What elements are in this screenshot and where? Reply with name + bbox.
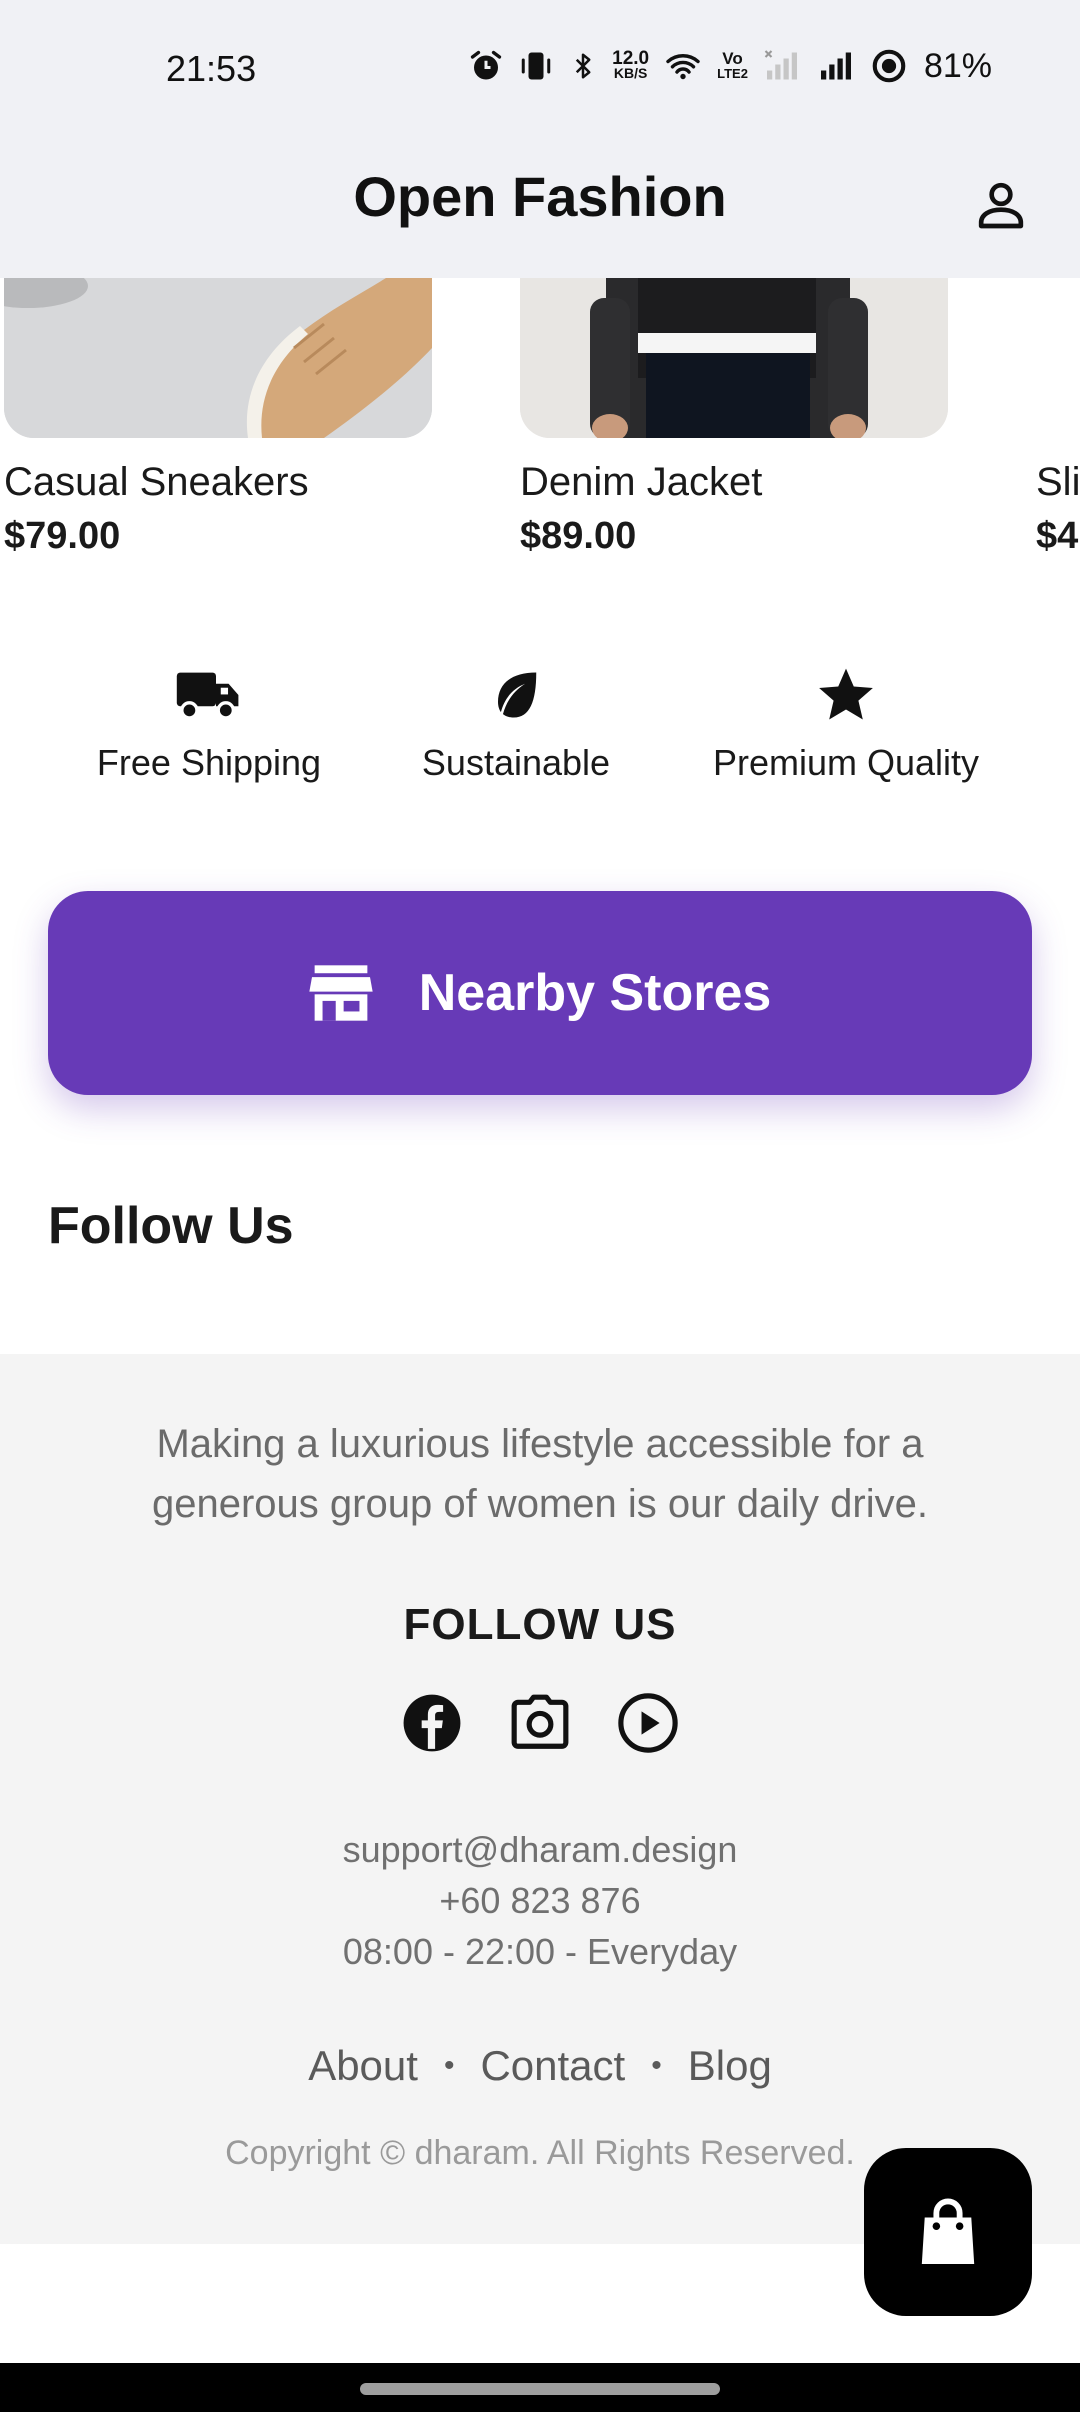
feature-sustainable: Sustainable bbox=[404, 660, 628, 784]
feature-premium-quality: Premium Quality bbox=[702, 660, 990, 784]
wifi-icon bbox=[663, 48, 703, 84]
youtube-link[interactable] bbox=[617, 1692, 679, 1754]
cart-button[interactable] bbox=[864, 2148, 1032, 2316]
feature-free-shipping: Free Shipping bbox=[94, 660, 324, 784]
facebook-link[interactable] bbox=[401, 1692, 463, 1754]
footer-links: About • Contact • Blog bbox=[0, 2042, 1080, 2090]
contact-link[interactable]: Contact bbox=[480, 2042, 625, 2090]
system-navigation-bar bbox=[0, 2363, 1080, 2412]
status-time: 21:53 bbox=[166, 48, 257, 89]
user-icon bbox=[978, 182, 1024, 229]
status-bar: 21:53 12.0 KB/S Vo LTE2 81% bbox=[0, 0, 1080, 140]
profile-button[interactable] bbox=[966, 170, 1036, 240]
facebook-icon bbox=[403, 1694, 461, 1752]
star-icon bbox=[819, 668, 873, 720]
shopping-bag-icon bbox=[921, 2198, 975, 2264]
product-carousel[interactable]: Casual Sneakers $79.00 Denim Jacket $89.… bbox=[0, 278, 1080, 598]
alarm-icon bbox=[468, 48, 504, 84]
signal-sim1-icon bbox=[762, 48, 802, 84]
contact-info: support@dharam.design +60 823 876 08:00 … bbox=[0, 1824, 1080, 1977]
product-image[interactable] bbox=[4, 278, 432, 438]
product-image[interactable] bbox=[1036, 278, 1080, 438]
follow-us-heading: Follow Us bbox=[48, 1197, 294, 1255]
link-separator: • bbox=[651, 2049, 662, 2082]
battery-saver-icon bbox=[870, 47, 908, 85]
status-icons: 12.0 KB/S Vo LTE2 81% bbox=[468, 44, 992, 88]
footer-follow-title: FOLLOW US bbox=[403, 1600, 677, 1649]
product-card[interactable]: Sli $4 bbox=[1036, 278, 1080, 558]
signal-sim2-icon bbox=[816, 48, 856, 84]
nearby-stores-button[interactable]: Nearby Stores bbox=[48, 891, 1032, 1095]
camera-icon bbox=[511, 1694, 569, 1749]
product-image[interactable] bbox=[520, 278, 948, 438]
product-card[interactable]: Casual Sneakers $79.00 bbox=[4, 278, 432, 558]
leaf-icon bbox=[498, 672, 537, 718]
battery-percent: 81% bbox=[923, 46, 992, 85]
product-price: $4 bbox=[1036, 515, 1079, 557]
contact-phone[interactable]: +60 823 876 bbox=[0, 1875, 1080, 1926]
play-icon bbox=[618, 1693, 678, 1753]
footer: Making a luxurious lifestyle accessible … bbox=[0, 1354, 1080, 2244]
product-card[interactable]: Denim Jacket $89.00 bbox=[520, 278, 948, 558]
store-icon bbox=[309, 965, 373, 1021]
about-link[interactable]: About bbox=[308, 2042, 418, 2090]
footer-tagline: Making a luxurious lifestyle accessible … bbox=[152, 1422, 928, 1526]
link-separator: • bbox=[443, 2049, 455, 2082]
volte-icon: Vo LTE2 bbox=[717, 49, 748, 81]
app-bar: Open Fashion bbox=[0, 140, 1080, 278]
features-row: Free Shipping Sustainable Premium Qualit… bbox=[0, 660, 1080, 800]
product-name: Casual Sneakers bbox=[4, 460, 309, 504]
blog-link[interactable]: Blog bbox=[688, 2042, 772, 2090]
product-name: Sli bbox=[1036, 460, 1080, 504]
feature-label: Free Shipping bbox=[96, 742, 322, 783]
social-links bbox=[0, 1692, 1080, 1754]
feature-label: Premium Quality bbox=[712, 742, 980, 783]
instagram-link[interactable] bbox=[509, 1692, 571, 1754]
nearby-stores-label: Nearby Stores bbox=[418, 964, 772, 1022]
product-name: Denim Jacket bbox=[520, 460, 763, 504]
product-price: $79.00 bbox=[4, 515, 121, 557]
contact-email[interactable]: support@dharam.design bbox=[0, 1824, 1080, 1875]
network-speed: 12.0 KB/S bbox=[612, 48, 650, 81]
truck-icon bbox=[176, 672, 239, 720]
opening-hours: 08:00 - 22:00 - Everyday bbox=[342, 1931, 738, 1972]
feature-label: Sustainable bbox=[421, 742, 611, 783]
vibrate-icon bbox=[518, 48, 554, 84]
bluetooth-icon bbox=[568, 48, 598, 84]
page-title: Open Fashion bbox=[353, 165, 727, 228]
home-gesture-handle[interactable] bbox=[360, 2383, 720, 2395]
product-price: $89.00 bbox=[520, 515, 637, 557]
